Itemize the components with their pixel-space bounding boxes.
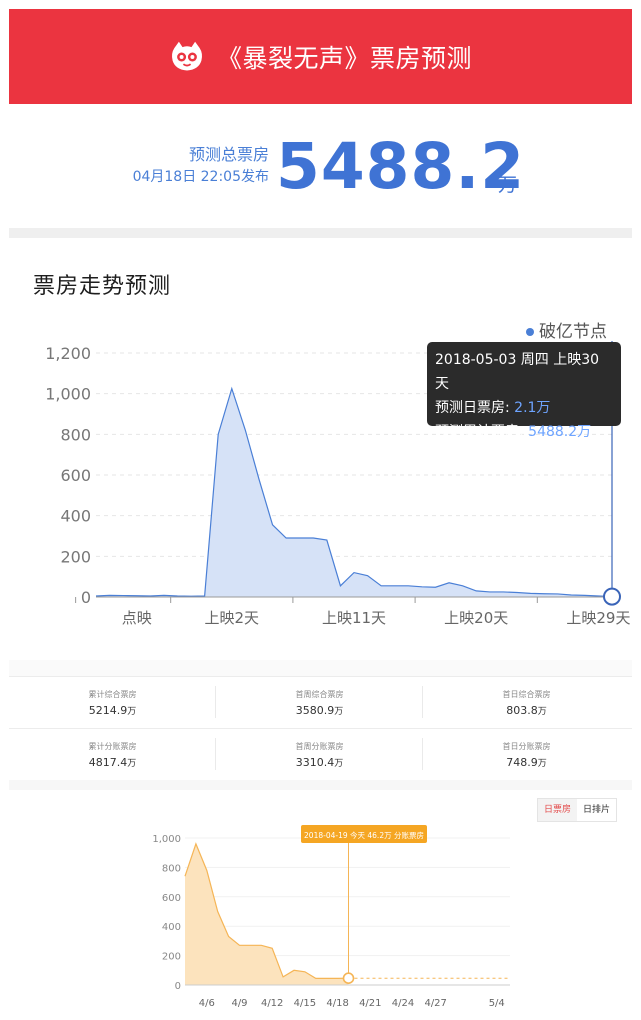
stat-cumulative-split: 累计分账票房 4817.4万 — [9, 740, 216, 773]
stat-value: 4817.4万 — [88, 756, 137, 769]
forecast-summary: 预测总票房 04月18日 22:05发布 5488.2 万 — [0, 104, 641, 228]
tooltip-cumulative-label: 预测累计票房: — [435, 424, 529, 440]
x-tick-label: 5/4 — [489, 998, 505, 1009]
active-point-marker — [603, 587, 621, 606]
publish-time: 04月18日 22:05发布 — [132, 169, 269, 185]
x-tick-label: 上映2天 — [205, 609, 260, 627]
y-tick-label: 600 — [162, 893, 181, 904]
y-tick-label: 200 — [162, 952, 181, 963]
daily-tooltip-text: 2018-04-19 今天 46.2万 分账票房 — [304, 830, 424, 840]
y-tick-label: 400 — [162, 922, 181, 933]
y-tick-label: 600 — [60, 466, 91, 485]
stats-top-border — [9, 676, 632, 677]
tooltip-daily-label: 预测日票房: — [435, 400, 515, 416]
stat-value: 3580.9万 — [295, 704, 344, 717]
chart-tooltip: 2018-05-03 周四 上映30天 预测日票房: 2.1万 预测累计票房: … — [427, 342, 621, 440]
x-tick-label: 上映20天 — [444, 609, 508, 627]
tooltip-date: 2018-05-03 周四 上映30天 — [435, 352, 600, 392]
x-tick-label: 4/12 — [261, 998, 283, 1009]
stat-first-day-total: 首日综合票房 803.8万 — [423, 688, 630, 721]
series-area — [185, 843, 349, 985]
stat-label: 首日分账票房 — [502, 742, 551, 751]
y-tick-label: 800 — [162, 863, 181, 874]
tooltip-cumulative: 预测累计票房: 5488.2万 — [435, 420, 613, 444]
y-tick-label: 400 — [60, 507, 91, 526]
section-divider — [9, 228, 632, 238]
x-tick-label: 点映 — [122, 609, 152, 627]
stat-value: 5214.9万 — [88, 704, 137, 717]
stat-value: 748.9万 — [506, 756, 547, 769]
section-divider — [9, 780, 632, 790]
stat-label: 首周综合票房 — [295, 690, 344, 699]
tab-daily-screenings[interactable]: 日排片 — [577, 799, 617, 821]
header-banner: 《暴裂无声》票房预测 — [9, 9, 632, 104]
stat-label: 累计综合票房 — [88, 690, 137, 699]
tab-daily-box-office[interactable]: 日票房 — [538, 799, 578, 821]
y-tick-label: 0 — [175, 981, 181, 992]
stat-first-week-split: 首周分账票房 3310.4万 — [216, 740, 423, 773]
stat-value: 3310.4万 — [295, 756, 344, 769]
x-tick-label: 4/9 — [231, 998, 247, 1009]
tooltip-daily-value: 2.1万 — [514, 400, 551, 416]
stat-value: 803.8万 — [506, 704, 547, 717]
stat-first-week-total: 首周综合票房 3580.9万 — [216, 688, 423, 721]
summary-label: 预测总票房 — [188, 145, 269, 164]
active-point-marker — [342, 972, 355, 985]
daily-box-office-chart[interactable]: 0 200 400 600 800 1,000 4/6 4/9 4/12 4/15 4/18 4/21… — [0, 820, 641, 1020]
y-tick-label: 800 — [60, 425, 91, 444]
stat-label: 累计分账票房 — [88, 742, 137, 751]
stat-first-day-split: 首日分账票房 748.9万 — [423, 740, 630, 773]
y-tick-label: 200 — [60, 547, 91, 566]
maoyan-cat-logo-icon — [171, 41, 202, 70]
x-tick-label: 4/6 — [199, 998, 215, 1009]
x-tick-label: 上映29天 — [566, 609, 630, 627]
stat-cumulative-total: 累计综合票房 5214.9万 — [9, 688, 216, 721]
y-tick-label: 1,000 — [45, 385, 91, 404]
y-tick-label: 1,200 — [45, 344, 91, 363]
total-forecast-unit: 万 — [498, 174, 518, 196]
tooltip-daily: 预测日票房: 2.1万 — [435, 396, 613, 420]
stats-row-divider — [9, 728, 632, 729]
page-title: 《暴裂无声》票房预测 — [216, 43, 472, 73]
x-tick-label: 4/27 — [424, 998, 446, 1009]
total-forecast-value: 5488.2 — [276, 130, 526, 203]
summary-meta: 预测总票房 04月18日 22:05发布 — [133, 144, 269, 188]
x-tick-label: 4/15 — [294, 998, 316, 1009]
x-tick-label: 4/18 — [326, 998, 348, 1009]
y-tick-label: 0 — [81, 588, 91, 607]
section-divider — [9, 660, 632, 676]
trend-section-title: 票房走势预测 — [33, 274, 172, 299]
tooltip-cumulative-value: 5488.2万 — [528, 424, 592, 440]
chart-mode-tabs: 日票房 日排片 — [537, 798, 618, 822]
stat-label: 首日综合票房 — [502, 690, 551, 699]
x-tick-label: 4/21 — [359, 998, 381, 1009]
stat-label: 首周分账票房 — [295, 742, 344, 751]
y-tick-label: 1,000 — [152, 834, 181, 845]
box-office-stats: 累计综合票房 5214.9万 首周综合票房 3580.9万 首日综合票房 803… — [9, 676, 632, 780]
x-tick-label: 4/24 — [392, 998, 414, 1009]
x-tick-label: 上映11天 — [322, 609, 386, 627]
